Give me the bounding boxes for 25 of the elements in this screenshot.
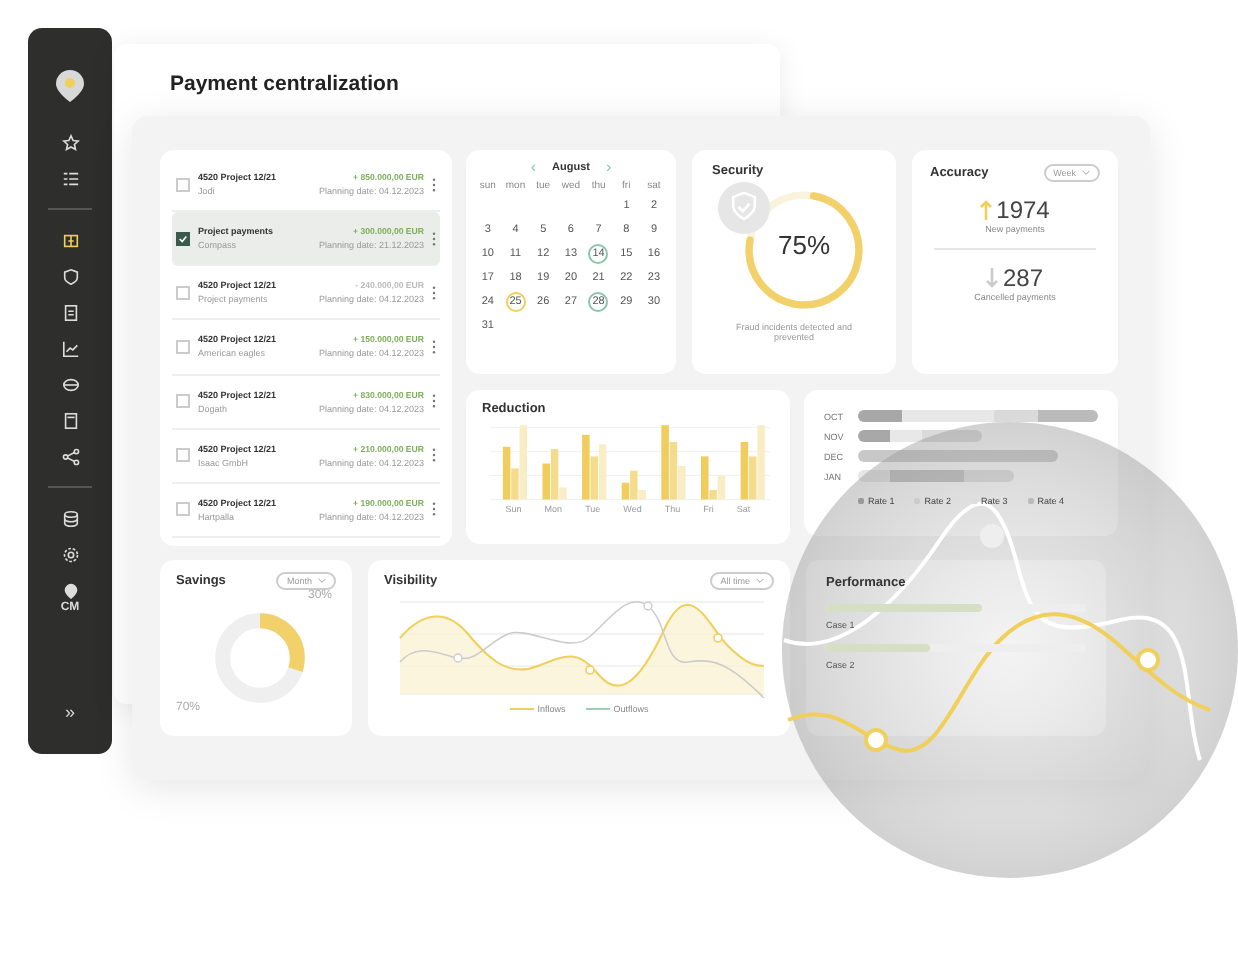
expand-button[interactable]: » xyxy=(64,702,75,722)
document-icon[interactable] xyxy=(61,303,79,321)
star-icon[interactable] xyxy=(61,133,79,151)
arrow-up-icon xyxy=(980,200,993,220)
checklist-icon[interactable] xyxy=(61,169,79,187)
chevron-down-icon xyxy=(318,578,326,584)
chevron-down-icon xyxy=(756,578,764,584)
cancelled-payments-count: 287 xyxy=(1002,263,1044,292)
progress-ring xyxy=(740,186,868,314)
arrow-down-icon xyxy=(986,267,999,288)
card-title: Payment centralization xyxy=(170,72,401,96)
share-icon[interactable] xyxy=(61,447,79,465)
new-payments-count: 1974 xyxy=(996,196,1050,224)
location-pin-icon xyxy=(61,581,79,599)
line-chart-icon[interactable] xyxy=(61,339,79,357)
shield-check-icon xyxy=(718,182,770,234)
settings-icon[interactable] xyxy=(61,545,79,563)
box-icon[interactable] xyxy=(61,231,79,249)
database-icon[interactable] xyxy=(61,509,79,527)
location-pin-logo-icon xyxy=(54,68,86,104)
calculator-icon[interactable] xyxy=(61,411,79,429)
chevron-down-icon xyxy=(1082,170,1090,176)
checkbox[interactable] xyxy=(176,231,190,246)
percentage-value: 75% xyxy=(775,230,833,260)
shield-icon[interactable] xyxy=(61,267,79,285)
